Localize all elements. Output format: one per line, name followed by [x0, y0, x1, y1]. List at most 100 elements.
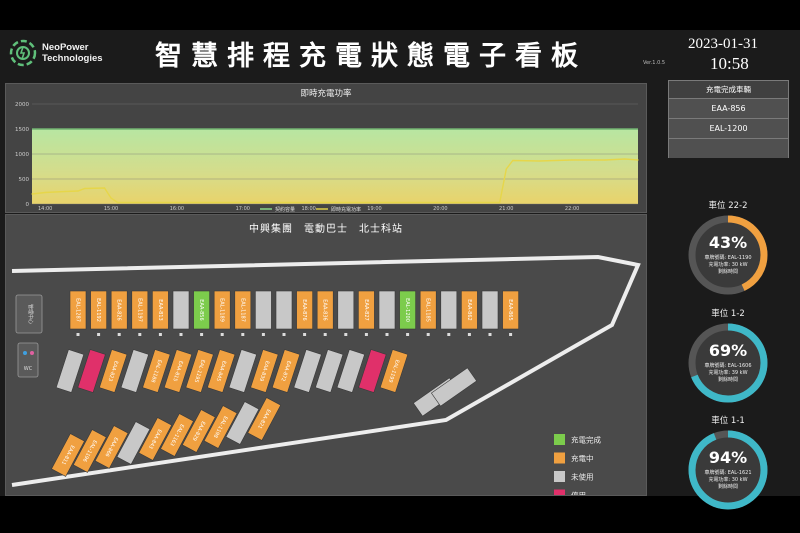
parking-map: 管理中心 WC EAL-1287 EAL-1192 EAA-826 EAL-1197 EAA…	[11, 254, 641, 495]
charger-marker	[200, 333, 204, 336]
completed-vehicle-row[interactable]	[669, 139, 788, 158]
slot-unused	[481, 290, 499, 330]
slot-bus-plate: EAA-826	[116, 299, 122, 320]
charger-marker	[509, 333, 513, 336]
date-display: 2023-01-31	[688, 36, 758, 52]
completed-vehicle-row[interactable]: EAL-1200	[669, 119, 788, 139]
parking-slot[interactable]: EAA-813	[152, 290, 169, 330]
charger-marker	[406, 333, 410, 336]
slot-bus-plate: EAL-1185	[425, 298, 431, 322]
x-tick-label: 17:00	[236, 206, 250, 212]
page-title: 智慧排程充電狀態電子看板	[155, 41, 587, 72]
parking-slot[interactable]	[481, 290, 499, 330]
parking-slot[interactable]: EAL-1189	[213, 290, 231, 330]
parking-slot[interactable]: EAA-865	[502, 290, 519, 330]
gauge-percent: 69%	[708, 341, 748, 360]
legend-power: 即時充電功率	[331, 206, 361, 212]
power-point	[242, 201, 244, 204]
legend-label: 充電完成	[571, 435, 601, 445]
charger-marker	[138, 333, 142, 336]
completed-vehicle-row[interactable]: EAA-856	[669, 99, 788, 119]
parking-slot[interactable]: EAL-1287	[69, 290, 87, 330]
parking-slot[interactable]	[275, 290, 293, 330]
legend-swatch	[554, 489, 565, 495]
slot-bus-plate: EAL-1187	[239, 298, 245, 322]
slot-bus-plate: EAL-1189	[219, 298, 225, 322]
gauge-remaining: 剩餘時間	[717, 269, 738, 275]
header: NeoPower Technologies 智慧排程充電狀態電子看板 Ver.1…	[0, 30, 800, 78]
slot-unused	[255, 290, 272, 330]
slot-bus-plate: EAA-813	[157, 299, 163, 320]
charger-marker	[261, 333, 265, 336]
parking-slot[interactable]	[337, 290, 355, 330]
slot-bus-plate: EAL-1287	[75, 298, 81, 322]
parking-slot[interactable]: EAA-836	[316, 290, 334, 330]
x-tick-label: 21:00	[499, 206, 513, 212]
power-point	[31, 193, 33, 195]
power-point	[499, 201, 501, 204]
slot-unused	[172, 290, 190, 330]
gauge-power: 充電功率: 39 kW	[708, 370, 748, 376]
power-point	[505, 168, 507, 170]
parking-slot[interactable]: EAA-862	[461, 290, 478, 330]
parking-slot[interactable]: EAA-876	[296, 290, 313, 330]
parking-slot[interactable]: EAA-856	[193, 290, 210, 330]
logo-text: NeoPower Technologies	[42, 42, 103, 64]
power-point	[538, 160, 540, 162]
x-tick-label: 15:00	[104, 206, 118, 212]
slot-bus-plate: EAA-836	[322, 299, 328, 320]
neopower-logo-icon	[9, 39, 37, 67]
power-point	[624, 158, 626, 160]
power-point	[84, 187, 86, 190]
gauge-1-2[interactable]: 69% 車牌號碼: EAL-1606 充電功率: 39 kW 剩餘時間	[686, 321, 770, 405]
slot-bus-plate: EAA-865	[507, 299, 513, 320]
x-tick-label: 18:00	[301, 206, 315, 212]
power-chart-panel: 0 500 1000 1500 2000 14:00 15:00 16:00 17:00 18:0…	[5, 83, 647, 213]
parking-slot[interactable]	[255, 290, 272, 330]
restroom-female-icon	[30, 351, 34, 355]
parking-slot[interactable]: EAA-826	[110, 290, 128, 330]
parking-slot[interactable]: EAA-827	[358, 290, 375, 330]
charger-marker	[344, 333, 348, 336]
gauge-plate: 車牌號碼: EAL-1621	[704, 470, 752, 476]
gauge-label-22-2: 車位 22-2	[708, 201, 748, 211]
chart-title: 即時充電功率	[300, 89, 352, 99]
gauge-1-1[interactable]: 94% 車牌號碼: EAL-1621 充電功率: 30 kW 剩餘時間	[686, 428, 770, 512]
legend-label: 停用	[571, 490, 586, 495]
x-tick-label: 19:00	[367, 206, 381, 212]
gauge-percent: 94%	[708, 448, 748, 467]
gauge-power: 充電功率: 30 kW	[708, 477, 748, 483]
parking-slot[interactable]: EAL-1187	[234, 290, 252, 330]
parking-slot[interactable]: EAL-1185	[419, 290, 437, 330]
x-tick-label: 22:00	[565, 206, 579, 212]
office-label: 管理中心	[27, 304, 34, 324]
power-point	[44, 191, 46, 194]
y-tick-label: 1000	[15, 152, 29, 158]
gauge-22-2[interactable]: 43% 車牌號碼: EAL-1190 充電功率: 30 kW 剩餘時間	[686, 213, 770, 297]
power-point	[77, 190, 79, 192]
parking-map-panel: 管理中心 WC EAL-1287 EAL-1192 EAA-826 EAL-1197 EAA…	[5, 214, 647, 496]
slot-unused	[378, 290, 396, 330]
charger-marker	[158, 333, 162, 336]
parking-slot[interactable]	[378, 290, 396, 330]
parking-slot[interactable]	[440, 290, 458, 330]
parking-slot[interactable]: EAL-1192	[90, 290, 107, 330]
dashboard-screen: NeoPower Technologies 智慧排程充電狀態電子看板 Ver.1…	[0, 30, 800, 510]
power-point	[571, 159, 573, 161]
y-tick-label: 0	[26, 202, 30, 208]
capacity-area	[32, 129, 638, 204]
map-title: 中興集團 電動巴士 北士科站	[249, 224, 403, 235]
gauge-plate: 車牌號碼: EAL-1606	[704, 363, 752, 369]
parking-slot[interactable]	[172, 290, 190, 330]
parking-slot[interactable]: EAL-1200	[399, 290, 416, 330]
parking-slot[interactable]: EAL-1197	[131, 290, 149, 330]
gauge-power: 充電功率: 30 kW	[708, 262, 748, 268]
gauge-plate: 車牌號碼: EAL-1190	[704, 255, 752, 261]
completed-vehicles-box: 充電完成車輛 EAA-856 EAL-1200	[668, 80, 789, 158]
legend-swatch	[554, 471, 565, 482]
charger-marker	[117, 333, 121, 336]
power-point	[604, 159, 606, 161]
power-point	[637, 159, 639, 161]
gauge-percent: 43%	[708, 233, 748, 252]
power-point	[512, 159, 514, 162]
